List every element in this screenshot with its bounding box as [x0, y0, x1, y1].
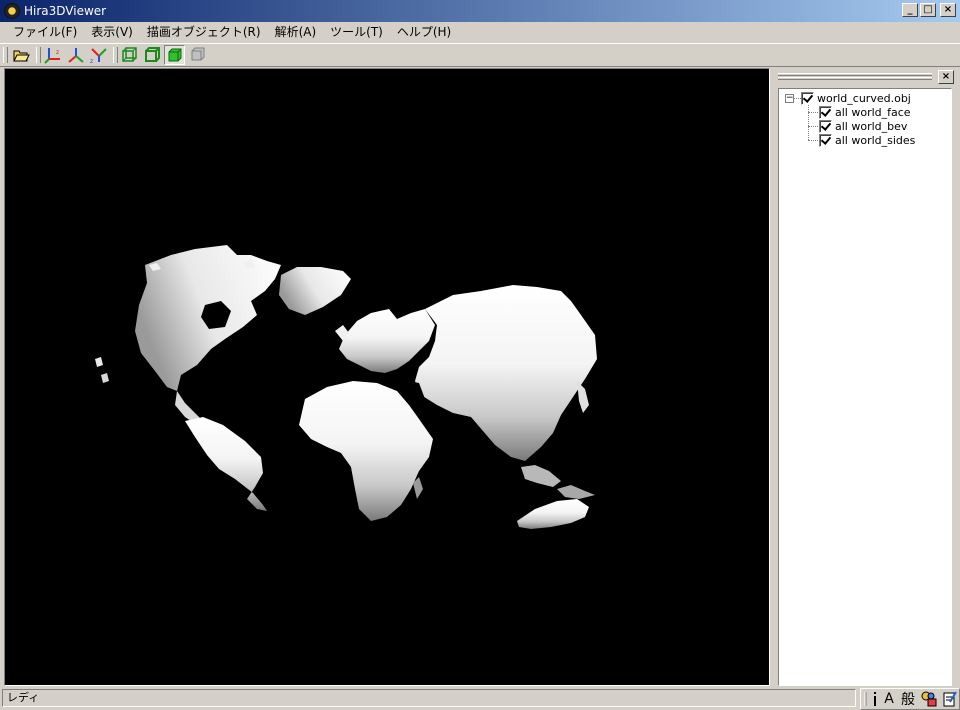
- tree-item-world-bev[interactable]: all world_bev: [819, 119, 907, 133]
- landmass-southeast-asia: [521, 465, 561, 487]
- axis-xz-icon: z: [90, 48, 107, 64]
- render-option-button[interactable]: [187, 45, 208, 65]
- title-bar[interactable]: Hira3DViewer _ □ ×: [0, 0, 960, 22]
- landmass-greenland: [279, 267, 351, 315]
- svg-text:z: z: [56, 49, 59, 56]
- axis-yz-icon: [67, 48, 84, 63]
- ime-toolbar[interactable]: A 般: [860, 688, 960, 710]
- toolbar: z z: [0, 43, 960, 67]
- ime-pad-icon[interactable]: [941, 690, 959, 708]
- panel-close-button[interactable]: ×: [938, 70, 954, 84]
- status-bar: レディ A 般: [0, 688, 960, 710]
- hidden-line-button[interactable]: [141, 45, 162, 65]
- tree-item-label: world_curved.obj: [817, 91, 911, 105]
- window-title: Hira3DViewer: [24, 4, 107, 18]
- panel-grip[interactable]: [778, 73, 932, 76]
- world-map-3d-model: [95, 245, 597, 529]
- tree-item-world-sides[interactable]: all world_sides: [819, 133, 915, 147]
- tree-item-label: all world_bev: [835, 119, 908, 133]
- solid-green-cube-icon: [168, 48, 181, 62]
- object-tree[interactable]: − world_curved.obj all world_face all wo…: [778, 88, 952, 686]
- 3d-viewport[interactable]: [4, 68, 770, 686]
- root-checkbox[interactable]: [801, 91, 814, 105]
- wireframe-cube-icon: [121, 47, 137, 62]
- landmass-japan: [577, 381, 589, 413]
- continent-south-america: [185, 417, 267, 511]
- disabled-cube-icon: [191, 47, 204, 61]
- continent-europe: [339, 309, 435, 373]
- view-yz-button[interactable]: [65, 45, 86, 65]
- menu-view[interactable]: 表示(V): [84, 23, 140, 40]
- menu-help[interactable]: ヘルプ(H): [390, 23, 458, 40]
- panel-header: ×: [776, 70, 956, 84]
- continent-asia: [415, 285, 597, 461]
- continent-africa: [299, 381, 433, 521]
- app-icon: [4, 3, 20, 19]
- menu-file[interactable]: ファイル(F): [6, 23, 84, 40]
- panel-grip[interactable]: [778, 77, 932, 80]
- continent-australia: [517, 499, 589, 529]
- ime-grip-icon[interactable]: [863, 690, 869, 708]
- tree-item-world-face[interactable]: all world_face: [819, 105, 911, 119]
- menu-draw-object[interactable]: 描画オブジェクト(R): [140, 23, 268, 40]
- maximize-button[interactable]: □: [920, 3, 936, 17]
- shaded-cube-icon: [144, 47, 160, 62]
- open-folder-button[interactable]: [10, 45, 31, 65]
- ime-input-icon[interactable]: [871, 690, 879, 708]
- minimize-button[interactable]: _: [902, 3, 918, 17]
- toolbar-grip[interactable]: [36, 47, 41, 63]
- ime-mode-kanji[interactable]: 般: [899, 690, 917, 708]
- close-button[interactable]: ×: [940, 3, 956, 17]
- landmass-indonesia: [557, 485, 595, 499]
- world-sides-checkbox[interactable]: [819, 133, 832, 147]
- view-xz-button[interactable]: z: [88, 45, 109, 65]
- tree-item-root[interactable]: world_curved.obj: [801, 91, 911, 105]
- wireframe-button[interactable]: [118, 45, 139, 65]
- status-text: レディ: [2, 689, 856, 707]
- ime-tools-icon[interactable]: [919, 690, 939, 708]
- world-face-checkbox[interactable]: [819, 105, 832, 119]
- tree-collapse-toggle[interactable]: −: [785, 94, 794, 103]
- open-folder-icon: [12, 50, 30, 62]
- toolbar-grip[interactable]: [3, 47, 8, 63]
- view-xy-button[interactable]: z: [42, 45, 63, 65]
- tree-item-label: all world_face: [835, 105, 911, 119]
- menu-tools[interactable]: ツール(T): [323, 23, 390, 40]
- panel-splitter[interactable]: [770, 68, 774, 686]
- world-bev-checkbox[interactable]: [819, 119, 832, 133]
- axis-xy-icon: z: [43, 48, 60, 64]
- menu-bar: ファイル(F) 表示(V) 描画オブジェクト(R) 解析(A) ツール(T) ヘ…: [0, 22, 960, 41]
- svg-text:z: z: [90, 58, 93, 64]
- ime-mode-a[interactable]: A: [881, 690, 897, 708]
- menu-analysis[interactable]: 解析(A): [268, 23, 324, 40]
- tree-item-label: all world_sides: [835, 133, 916, 147]
- solid-shading-button[interactable]: [164, 45, 185, 65]
